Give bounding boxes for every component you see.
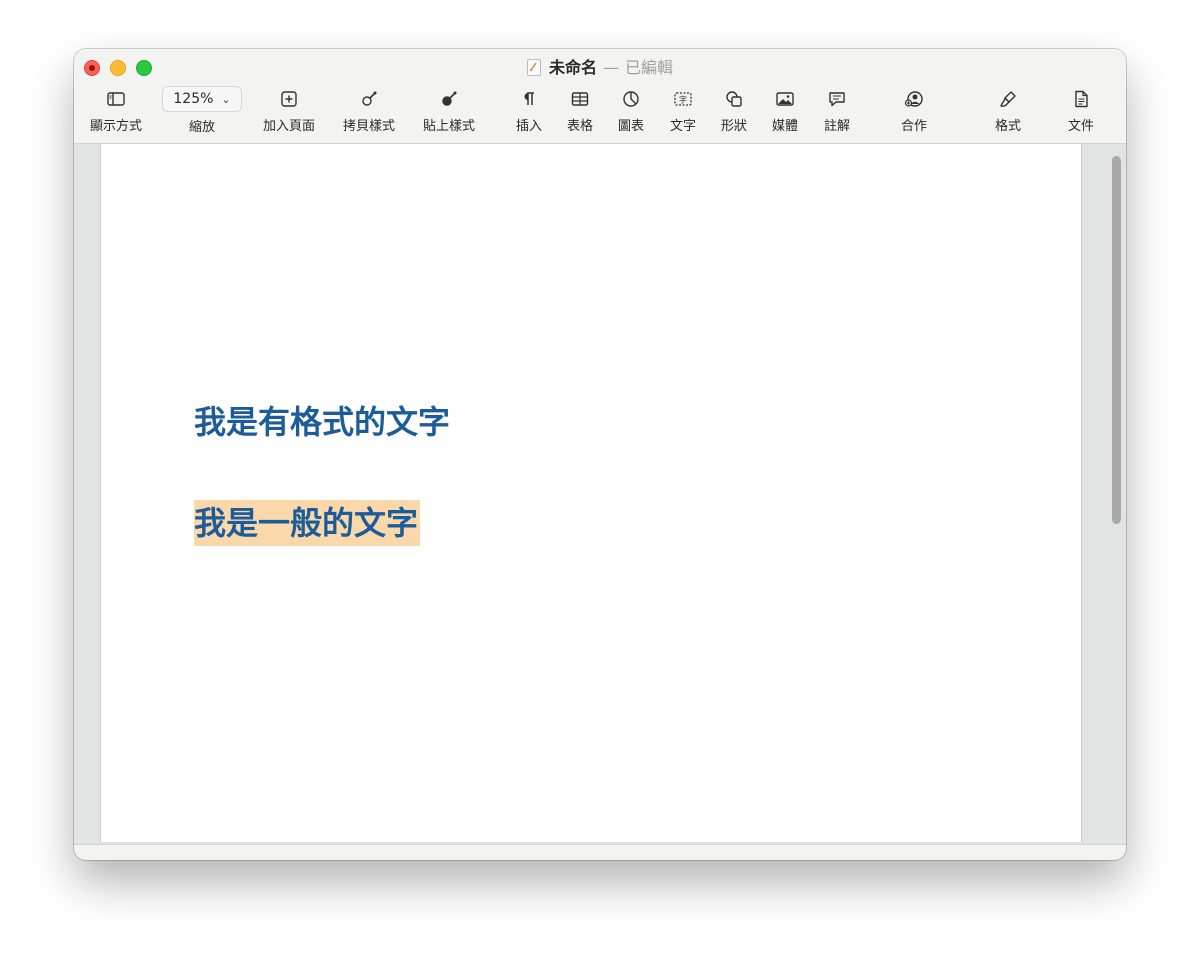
document-label: 文件 [1067, 119, 1095, 134]
comment-label: 註解 [823, 119, 851, 134]
shape-label: 形狀 [720, 119, 748, 134]
edited-status: 已編輯 [625, 58, 674, 77]
paintbrush-icon [996, 87, 1020, 111]
chevron-down-icon: ⌄ [221, 92, 231, 106]
collaborate-button[interactable]: 合作 [901, 87, 927, 134]
add-page-icon [277, 87, 301, 111]
formatted-text[interactable]: 我是有格式的文字 [194, 402, 450, 442]
add-page-label: 加入頁面 [262, 119, 316, 134]
paste-style-button[interactable]: 貼上樣式 [423, 87, 475, 134]
photo-icon [773, 87, 797, 111]
zoom-label: 縮放 [188, 120, 215, 135]
format-label: 格式 [994, 119, 1022, 134]
title-bar: 未命名 — 已編輯 顯示方式 125% ⌄ 縮放 加入頁面 拷貝樣式 貼上樣式 … [74, 49, 1126, 144]
text-box-icon: 字 [671, 87, 695, 111]
chart-button[interactable]: 圖表 [618, 87, 644, 134]
copy-style-label: 拷貝樣式 [342, 119, 396, 134]
copy-style-button[interactable]: 拷貝樣式 [343, 87, 395, 134]
collaborate-label: 合作 [900, 119, 928, 134]
collaborate-icon [902, 87, 926, 111]
document-canvas[interactable]: 我是有格式的文字 我是一般的文字 [74, 144, 1126, 844]
svg-text:字: 字 [679, 95, 687, 105]
insert-button[interactable]: 插入 [516, 87, 542, 134]
title-separator: — [603, 58, 619, 77]
add-page-button[interactable]: 加入頁面 [263, 87, 315, 134]
document-name: 未命名 [548, 58, 597, 77]
paste-style-label: 貼上樣式 [422, 119, 476, 134]
document-button[interactable]: 文件 [1068, 87, 1094, 134]
pie-chart-icon [619, 87, 643, 111]
comment-icon [825, 87, 849, 111]
document-page[interactable]: 我是有格式的文字 我是一般的文字 [100, 144, 1082, 842]
shape-icon [722, 87, 746, 111]
document-settings-icon [1069, 87, 1093, 111]
shape-button[interactable]: 形狀 [721, 87, 747, 134]
pages-window: 未命名 — 已編輯 顯示方式 125% ⌄ 縮放 加入頁面 拷貝樣式 貼上樣式 … [74, 49, 1126, 860]
text-label: 文字 [669, 119, 697, 134]
selected-plain-text[interactable]: 我是一般的文字 [194, 500, 421, 546]
copy-style-icon [357, 87, 381, 111]
window-bottom-bar [74, 844, 1126, 860]
zoom-dropdown[interactable]: 125% ⌄ [162, 86, 242, 112]
window-title: 未命名 — 已編輯 [74, 57, 1126, 79]
scroll-thumb[interactable] [1112, 156, 1121, 524]
document-icon [526, 59, 541, 76]
format-button[interactable]: 格式 [995, 87, 1021, 134]
zoom-control[interactable]: 125% ⌄ 縮放 [162, 86, 242, 135]
view-label: 顯示方式 [89, 119, 143, 134]
insert-label: 插入 [515, 119, 543, 134]
media-button[interactable]: 媒體 [772, 87, 798, 134]
table-icon [568, 87, 592, 111]
pilcrow-icon [517, 87, 541, 111]
chart-label: 圖表 [617, 119, 645, 134]
media-label: 媒體 [771, 119, 799, 134]
view-button[interactable]: 顯示方式 [90, 87, 142, 134]
vertical-scrollbar[interactable] [1107, 152, 1123, 840]
paste-style-icon [437, 87, 461, 111]
text-button[interactable]: 字 文字 [670, 87, 696, 134]
table-button[interactable]: 表格 [567, 87, 593, 134]
table-label: 表格 [566, 119, 594, 134]
comment-button[interactable]: 註解 [824, 87, 850, 134]
sidebar-icon [104, 87, 128, 111]
zoom-value: 125% [173, 91, 214, 107]
